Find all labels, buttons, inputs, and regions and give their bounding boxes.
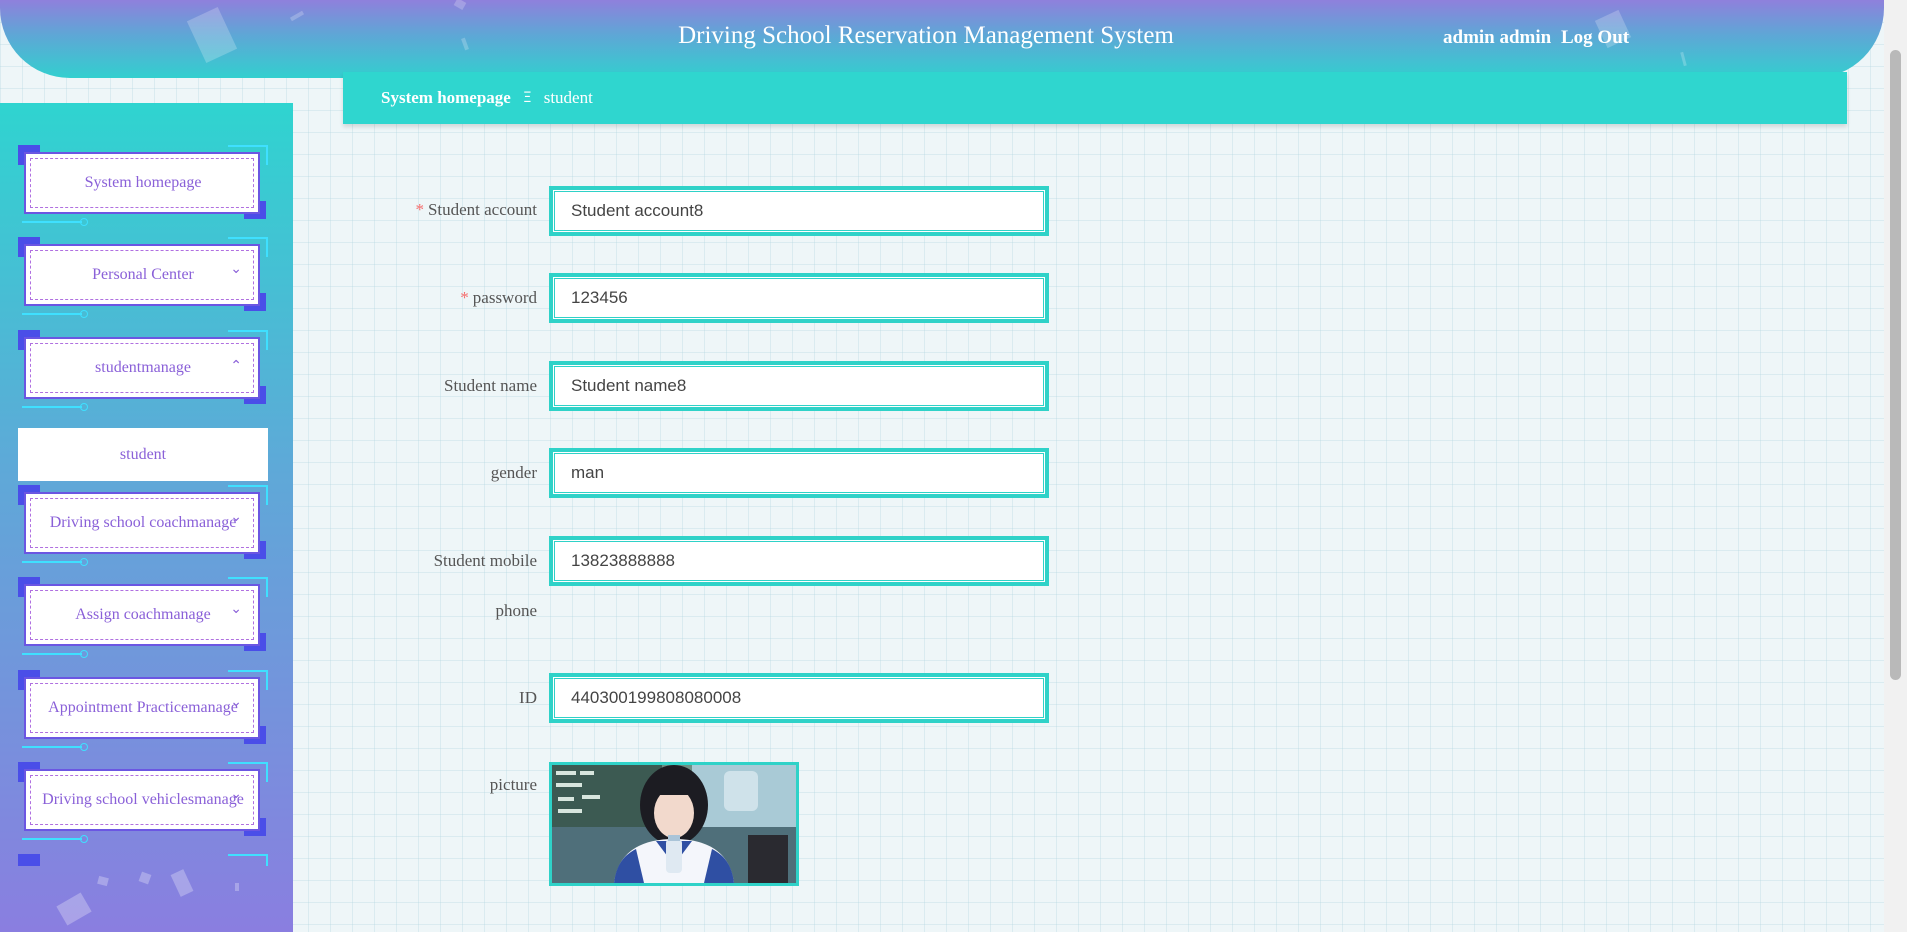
student-name-label: Student name <box>443 376 537 395</box>
sidebar-item-studentmanage[interactable]: studentmanage ⌃ <box>18 330 268 411</box>
mobile-input[interactable] <box>549 536 1049 586</box>
current-user: admin admin <box>1443 27 1552 48</box>
menu-line <box>22 835 88 843</box>
student-name-input[interactable] <box>549 361 1049 411</box>
menu-line <box>22 558 88 566</box>
sidebar-decoration <box>235 883 239 891</box>
chevron-down-icon: ⌄ <box>230 261 242 277</box>
menu-line <box>22 310 88 318</box>
sidebar-item-assign-coachmanage[interactable]: Assign coachmanage ⌄ <box>18 577 268 658</box>
required-mark: * <box>460 288 469 307</box>
student-picture[interactable] <box>549 762 799 886</box>
student-account-label-text: Student account <box>427 200 537 219</box>
header-decoration <box>453 0 467 10</box>
menu-corner <box>18 854 40 866</box>
menu-line <box>22 403 88 411</box>
id-input[interactable] <box>549 673 1049 723</box>
sidebar-subitem-student[interactable]: student <box>18 428 268 481</box>
sidebar-decoration <box>138 871 152 885</box>
sidebar: System homepage Personal Center ⌄ studen… <box>0 103 293 932</box>
header-decoration <box>1680 51 1687 67</box>
header-decoration <box>289 10 305 22</box>
required-mark: * <box>415 200 424 219</box>
mobile-label: Student mobile <box>380 549 537 573</box>
student-account-label: * Student account <box>380 198 537 222</box>
chevron-down-icon: ⌄ <box>230 509 242 525</box>
picture-label: picture <box>489 775 537 794</box>
chevron-down-icon: ⌄ <box>230 694 242 710</box>
sidebar-item-driving-school-vehiclesmanage[interactable]: Driving school vehiclesmanage ⌄ <box>18 762 268 843</box>
password-label: * password <box>380 286 537 310</box>
breadcrumb: System homepage Ξ student <box>343 72 1847 124</box>
menu-line <box>228 854 266 856</box>
breadcrumb-current: student <box>543 88 593 107</box>
breadcrumb-separator: Ξ <box>522 90 532 106</box>
menu-line <box>22 218 88 226</box>
sidebar-item-appointment-practicemanage[interactable]: Appointment Practicemanage ⌄ <box>18 670 268 751</box>
student-photo-image <box>552 765 796 883</box>
student-account-input[interactable] <box>549 186 1049 236</box>
sidebar-item-driving-school-coachmanage[interactable]: Driving school coachmanage ⌄ <box>18 485 268 566</box>
sidebar-decoration <box>97 875 109 887</box>
sidebar-decoration <box>56 892 92 926</box>
password-input[interactable] <box>549 273 1049 323</box>
gender-label: gender <box>490 463 537 482</box>
sidebar-item-personal-center[interactable]: Personal Center ⌄ <box>18 237 268 318</box>
page-scrollbar[interactable] <box>1884 0 1907 932</box>
chevron-up-icon: ⌃ <box>230 358 242 374</box>
menu-line <box>22 650 88 658</box>
sidebar-item-system-homepage[interactable]: System homepage <box>18 145 268 226</box>
gender-input[interactable] <box>549 448 1049 498</box>
password-label-text: password <box>472 288 537 307</box>
chevron-down-icon: ⌄ <box>230 601 242 617</box>
menu-line <box>266 854 268 866</box>
menu-line <box>22 743 88 751</box>
sidebar-decoration <box>170 869 194 897</box>
top-header: Driving School Reservation Management Sy… <box>0 0 1884 78</box>
chevron-down-icon: ⌄ <box>230 786 242 802</box>
sidebar-item-more[interactable] <box>18 854 268 866</box>
scrollbar-thumb[interactable] <box>1890 50 1901 680</box>
mobile-label-line1: Student mobile <box>433 551 537 570</box>
id-label: ID <box>519 688 537 707</box>
mobile-label-line2: phone <box>495 601 537 620</box>
logout-button[interactable]: Log Out <box>1561 27 1629 49</box>
sidebar-item-label: System homepage <box>84 174 202 191</box>
breadcrumb-home-link[interactable]: System homepage <box>381 88 511 108</box>
